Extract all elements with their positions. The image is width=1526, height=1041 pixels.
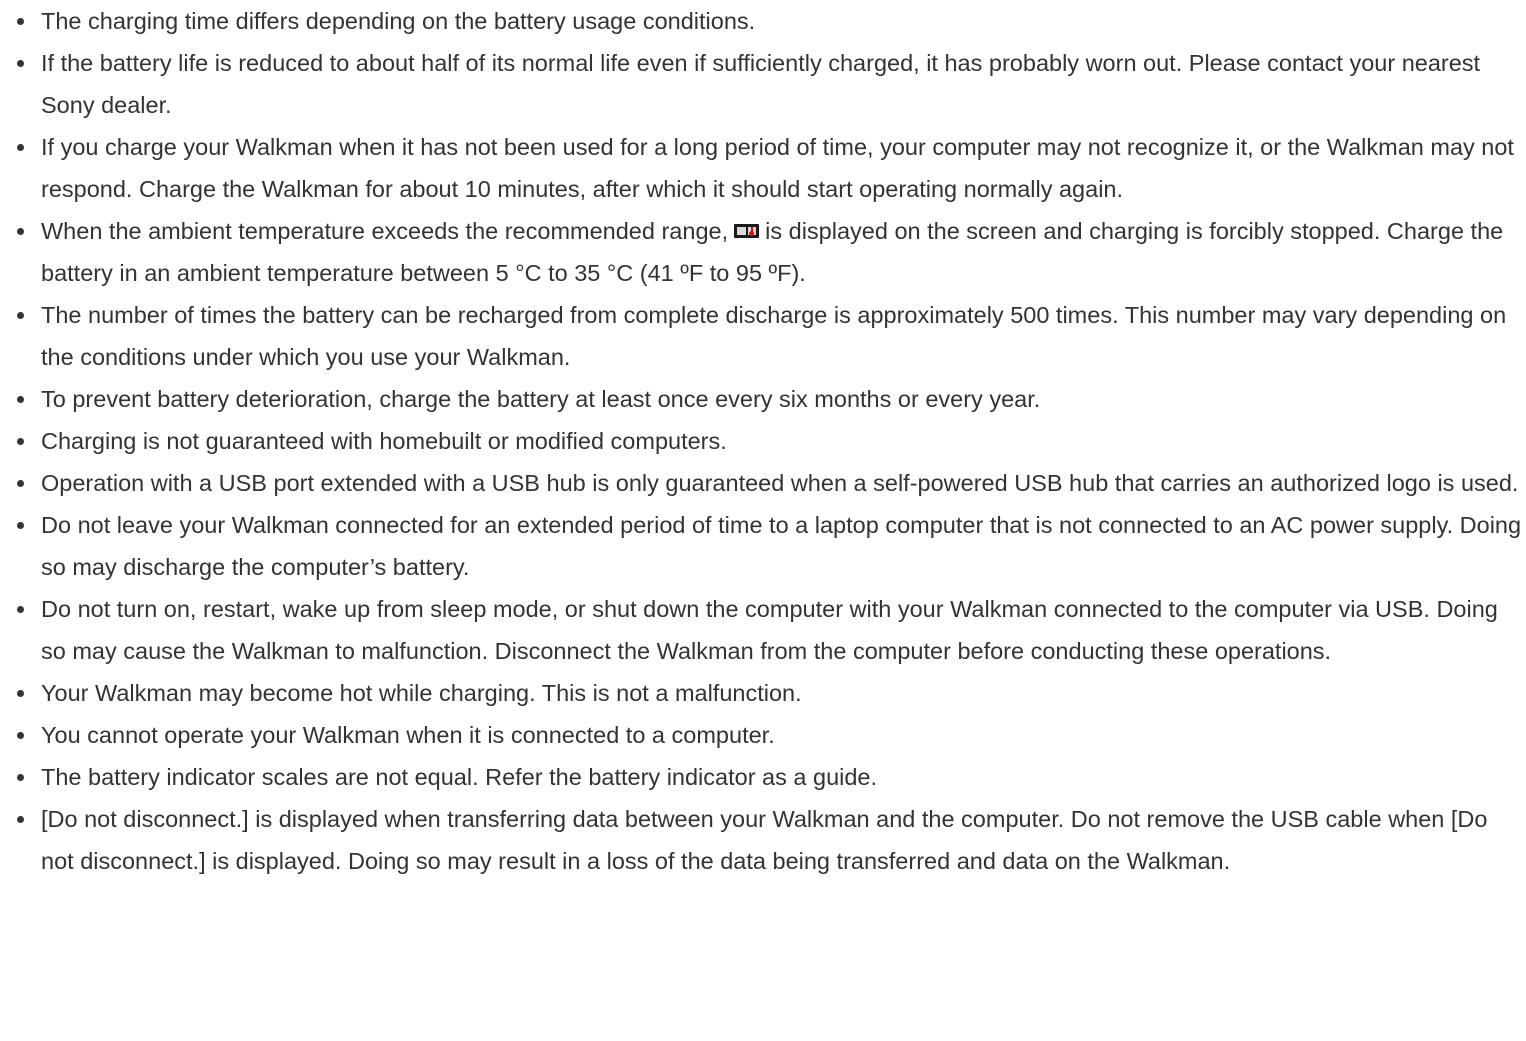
note-item: Your Walkman may become hot while chargi… — [0, 672, 1526, 714]
note-text: The battery indicator scales are not equ… — [41, 764, 878, 790]
note-text: If you charge your Walkman when it has n… — [41, 134, 1514, 202]
note-item: If the battery life is reduced to about … — [0, 42, 1526, 126]
note-item: The number of times the battery can be r… — [0, 294, 1526, 378]
note-item: [Do not disconnect.] is displayed when t… — [0, 798, 1526, 882]
notes-list: The charging time differs depending on t… — [0, 0, 1526, 882]
note-text: Charging is not guaranteed with homebuil… — [41, 428, 727, 454]
note-text-before-icon: When the ambient temperature exceeds the… — [41, 218, 729, 244]
note-text: Do not leave your Walkman connected for … — [41, 512, 1522, 580]
note-item: The charging time differs depending on t… — [0, 0, 1526, 42]
note-text: To prevent battery deterioration, charge… — [41, 386, 1041, 412]
note-item: Operation with a USB port extended with … — [0, 462, 1526, 504]
note-item: Charging is not guaranteed with homebuil… — [0, 420, 1526, 462]
note-item: When the ambient temperature exceeds the… — [0, 210, 1526, 294]
note-text: You cannot operate your Walkman when it … — [41, 722, 775, 748]
note-text: The charging time differs depending on t… — [41, 8, 756, 34]
note-item: Do not leave your Walkman connected for … — [0, 504, 1526, 588]
note-item: The battery indicator scales are not equ… — [0, 756, 1526, 798]
note-item: If you charge your Walkman when it has n… — [0, 126, 1526, 210]
note-text: [Do not disconnect.] is displayed when t… — [41, 806, 1488, 874]
note-item: You cannot operate your Walkman when it … — [0, 714, 1526, 756]
battery-temperature-warning-icon — [734, 224, 760, 239]
note-text: Operation with a USB port extended with … — [41, 470, 1519, 496]
note-item: To prevent battery deterioration, charge… — [0, 378, 1526, 420]
note-text: If the battery life is reduced to about … — [41, 50, 1481, 118]
note-text: Do not turn on, restart, wake up from sl… — [41, 596, 1498, 664]
note-item: Do not turn on, restart, wake up from sl… — [0, 588, 1526, 672]
note-text: The number of times the battery can be r… — [41, 302, 1507, 370]
note-text: Your Walkman may become hot while chargi… — [41, 680, 802, 706]
